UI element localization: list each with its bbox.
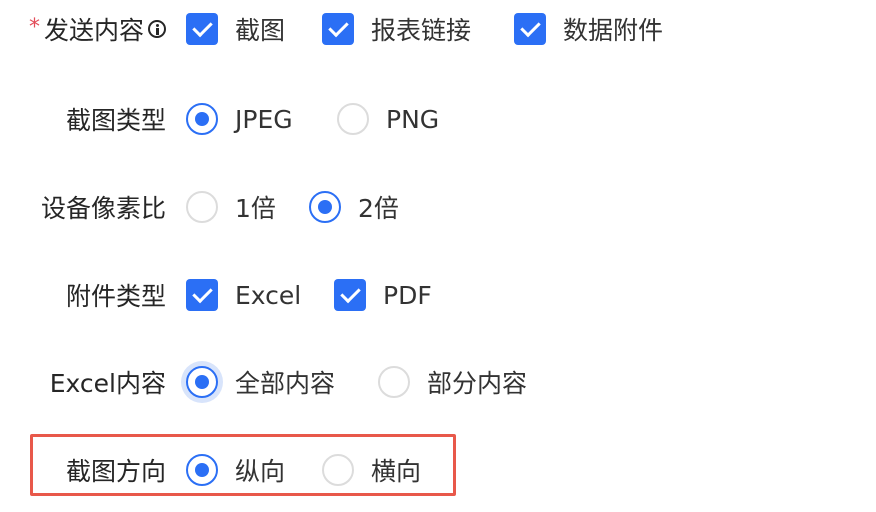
send-content-row: * 发送内容 截图 报表链接 数据附件: [0, 7, 876, 51]
excel-content-label: Excel内容: [49, 369, 166, 398]
radio-unselected-icon[interactable]: [186, 191, 218, 223]
radio-label: 全部内容: [235, 369, 336, 398]
checkbox-label: PDF: [383, 280, 432, 310]
screenshot-orientation-label: 截图方向: [65, 457, 166, 486]
radio-selected-icon[interactable]: [186, 366, 218, 398]
radio-label: 2倍: [358, 194, 399, 223]
screenshot-orientation-row: 截图方向 纵向 横向: [0, 448, 876, 492]
checkbox-excel[interactable]: Excel: [186, 273, 301, 317]
radio-label: 部分内容: [427, 369, 528, 398]
radio-2x[interactable]: 2倍: [309, 185, 399, 229]
checkbox-screenshot[interactable]: 截图: [186, 7, 285, 51]
required-mark: *: [28, 14, 40, 40]
radio-png[interactable]: PNG: [337, 97, 439, 141]
radio-jpeg[interactable]: JPEG: [186, 97, 293, 141]
radio-unselected-icon[interactable]: [337, 103, 369, 135]
radio-label: JPEG: [235, 104, 293, 134]
checkbox-checked-icon[interactable]: [334, 279, 366, 311]
pixel-ratio-label: 设备像素比: [40, 194, 166, 223]
radio-label: PNG: [386, 104, 440, 134]
checkbox-data-attachment[interactable]: 数据附件: [514, 7, 663, 51]
checkbox-label: 报表链接: [371, 16, 472, 45]
radio-label: 1倍: [235, 194, 276, 223]
radio-selected-icon[interactable]: [186, 454, 218, 486]
pixel-ratio-row: 设备像素比 1倍 2倍: [0, 185, 876, 229]
radio-all-content[interactable]: 全部内容: [186, 360, 335, 404]
radio-label: 纵向: [235, 457, 286, 486]
radio-label: 横向: [371, 457, 422, 486]
checkbox-label: 数据附件: [563, 16, 664, 45]
radio-1x[interactable]: 1倍: [186, 185, 276, 229]
checkbox-checked-icon[interactable]: [186, 279, 218, 311]
radio-landscape[interactable]: 横向: [322, 448, 421, 492]
send-content-label-group: * 发送内容: [29, 7, 166, 51]
checkbox-checked-icon[interactable]: [322, 13, 354, 45]
radio-selected-icon[interactable]: [186, 103, 218, 135]
radio-unselected-icon[interactable]: [322, 454, 354, 486]
checkbox-pdf[interactable]: PDF: [334, 273, 432, 317]
screenshot-type-row: 截图类型 JPEG PNG: [0, 97, 876, 141]
checkbox-checked-icon[interactable]: [186, 13, 218, 45]
radio-selected-icon[interactable]: [309, 191, 341, 223]
excel-content-row: Excel内容 全部内容 部分内容: [0, 360, 876, 404]
screenshot-type-label: 截图类型: [65, 106, 166, 135]
radio-unselected-icon[interactable]: [378, 366, 410, 398]
checkbox-checked-icon[interactable]: [514, 13, 546, 45]
attachment-type-label: 附件类型: [65, 282, 166, 311]
radio-partial-content[interactable]: 部分内容: [378, 360, 527, 404]
attachment-type-row: 附件类型 Excel PDF: [0, 273, 876, 317]
checkbox-label: 截图: [235, 16, 286, 45]
radio-portrait[interactable]: 纵向: [186, 448, 285, 492]
checkbox-label: Excel: [235, 280, 302, 310]
send-content-label: 发送内容: [43, 16, 144, 45]
checkbox-report-link[interactable]: 报表链接: [322, 7, 471, 51]
info-circle-icon[interactable]: [148, 20, 166, 38]
